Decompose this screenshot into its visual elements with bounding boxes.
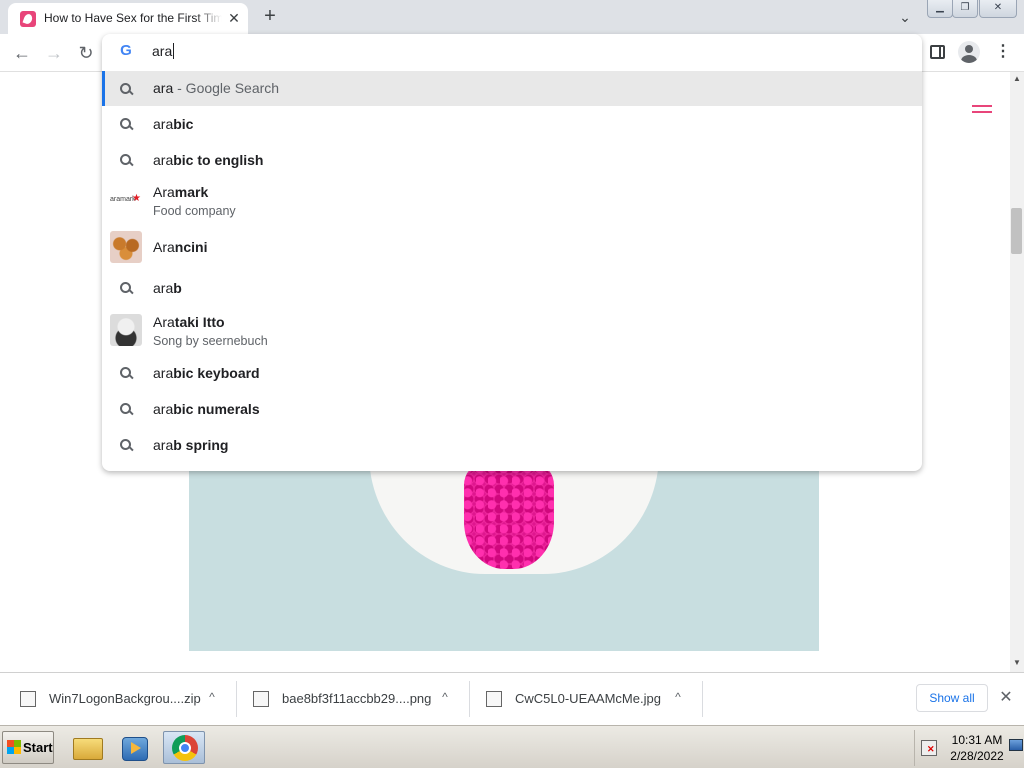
close-download-shelf-icon[interactable]: ✕ — [996, 688, 1016, 708]
media-player-icon[interactable] — [113, 731, 155, 764]
suggestion-prefix: ara — [153, 437, 174, 453]
suggestion-row[interactable]: Aramark Food company — [102, 178, 922, 224]
show-desktop-icon[interactable] — [1009, 739, 1023, 751]
arancini-thumbnail — [110, 231, 142, 263]
suggestion-row[interactable]: arab — [102, 270, 922, 306]
window-minimize-button[interactable]: ▁ — [927, 0, 953, 18]
show-all-downloads-button[interactable]: Show all — [916, 684, 988, 712]
site-favicon-icon — [20, 11, 36, 27]
suggestion-row[interactable]: Arataki Itto Song by seernebuch — [102, 306, 922, 354]
suggestion-completion: bic — [173, 116, 194, 132]
suggestion-completion: taki Itto — [174, 314, 225, 330]
suggestion-prefix: ara — [153, 80, 174, 96]
article-hero-image — [189, 464, 819, 651]
suggestion-row[interactable]: arabic keyboard — [102, 355, 922, 391]
aramark-logo — [110, 185, 142, 217]
download-filename: CwC5L0-UEAAMcMe.jpg — [515, 691, 661, 706]
suggestion-completion: ncini — [174, 239, 208, 255]
system-tray: 10:31 AM 2/28/2022 — [914, 730, 1024, 766]
search-icon — [119, 366, 133, 380]
network-warning-icon[interactable] — [921, 740, 937, 756]
browser-menu-icon[interactable]: ⋮ — [995, 41, 1011, 63]
download-divider — [702, 681, 703, 717]
side-panel-icon[interactable] — [930, 45, 945, 59]
suggestion-row[interactable]: Arancini — [102, 224, 922, 270]
search-icon — [119, 402, 133, 416]
tab-strip: How to Have Sex for the First Time ✕ + ⌄… — [0, 0, 1024, 34]
search-icon — [119, 281, 133, 295]
suggestion-row[interactable]: arab spring — [102, 427, 922, 463]
address-bar-input[interactable]: ara — [152, 41, 175, 61]
download-options-chevron-icon[interactable]: ^ — [670, 689, 686, 705]
start-button[interactable]: Start — [2, 731, 54, 764]
suggestion-row[interactable]: arabic — [102, 106, 922, 142]
download-item[interactable]: CwC5L0-UEAAMcMe.jpg ^ — [466, 673, 703, 725]
back-arrow-icon[interactable]: ← — [9, 40, 35, 66]
suggestion-prefix: ara — [153, 152, 174, 168]
browser-tab[interactable]: How to Have Sex for the First Time ✕ — [8, 3, 248, 34]
suggestion-prefix: ara — [153, 365, 174, 381]
download-filename: bae8bf3f11accbb29....png — [282, 691, 432, 706]
scroll-up-arrow-icon[interactable]: ▲ — [1010, 72, 1024, 86]
suggestion-row[interactable]: arabic to english — [102, 142, 922, 178]
site-menu-hamburger-icon[interactable] — [972, 104, 994, 116]
suggestion-completion: bic keyboard — [173, 365, 260, 381]
suggestion-completion: bic to english — [173, 152, 264, 168]
suggestion-prefix: Ara — [153, 314, 175, 330]
download-item[interactable]: bae8bf3f11accbb29....png ^ — [233, 673, 470, 725]
arataki-itto-thumbnail — [110, 314, 142, 346]
suggestion-prefix: Ara — [153, 184, 175, 200]
suggestion-engine-label: - Google Search — [173, 80, 280, 96]
tab-search-chevron-icon[interactable]: ⌄ — [894, 6, 916, 28]
omnibox-dropdown: G ara ara - Google Search arabic arabic … — [102, 34, 922, 471]
scrollbar-thumb[interactable] — [1011, 208, 1022, 254]
suggestion-subtitle: Song by seernebuch — [153, 334, 268, 348]
suggestion-row[interactable]: ara - Google Search — [102, 71, 922, 106]
windows-flag-icon — [7, 740, 21, 754]
suggestion-completion: mark — [174, 184, 209, 200]
download-item[interactable]: Win7LogonBackgrou....zip ^ — [0, 673, 237, 725]
reload-icon[interactable]: ↻ — [73, 40, 99, 66]
suggestion-prefix: Ara — [153, 239, 175, 255]
suggestion-prefix: ara — [153, 116, 174, 132]
suggestion-prefix: ara — [153, 280, 174, 296]
suggestion-completion: bic numerals — [173, 401, 260, 417]
download-shelf: Win7LogonBackgrou....zip ^ bae8bf3f11acc… — [0, 672, 1024, 725]
file-explorer-icon[interactable] — [66, 731, 108, 764]
download-options-chevron-icon[interactable]: ^ — [204, 689, 220, 705]
suggestion-row[interactable]: arabic numerals — [102, 391, 922, 427]
image-file-icon — [486, 691, 502, 707]
clock-date[interactable]: 2/28/2022 — [947, 749, 1007, 763]
search-icon — [119, 82, 133, 96]
suggestion-completion: b spring — [173, 437, 229, 453]
google-g-icon: G — [120, 42, 132, 59]
tab-close-icon[interactable]: ✕ — [226, 10, 242, 26]
tab-title: How to Have Sex for the First Time — [44, 11, 222, 25]
image-file-icon — [253, 691, 269, 707]
search-icon — [119, 438, 133, 452]
windows-taskbar: Start 10:31 AM 2/28/2022 — [0, 725, 1024, 768]
start-label: Start — [23, 740, 53, 755]
suggestion-completion: b — [173, 280, 182, 296]
search-icon — [119, 153, 133, 167]
chrome-icon[interactable] — [163, 731, 205, 764]
scroll-down-arrow-icon[interactable]: ▼ — [1010, 656, 1024, 670]
new-tab-button[interactable]: + — [258, 5, 282, 29]
window-restore-button[interactable]: ❐ — [952, 0, 978, 18]
text-caret — [173, 43, 175, 59]
forward-arrow-icon[interactable]: → — [41, 40, 67, 66]
zip-file-icon — [20, 691, 36, 707]
suggestion-prefix: ara — [153, 401, 174, 417]
download-filename: Win7LogonBackgrou....zip — [49, 691, 201, 706]
window-close-button[interactable]: ✕ — [979, 0, 1017, 18]
page-scrollbar[interactable] — [1010, 72, 1024, 672]
clock-time[interactable]: 10:31 AM — [947, 733, 1007, 747]
address-bar-query: ara — [152, 43, 173, 59]
sequins-image-shape — [464, 464, 554, 569]
profile-avatar-icon[interactable] — [958, 41, 980, 63]
search-icon — [119, 117, 133, 131]
suggestion-subtitle: Food company — [153, 204, 236, 218]
download-options-chevron-icon[interactable]: ^ — [437, 689, 453, 705]
